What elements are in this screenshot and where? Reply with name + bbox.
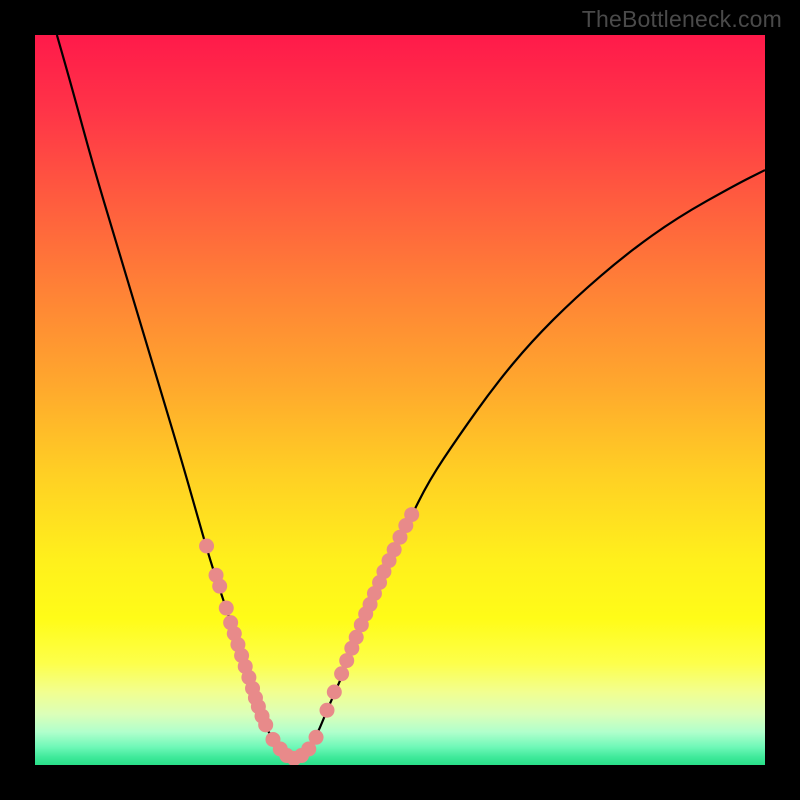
highlight-marker	[258, 717, 273, 732]
watermark-text: TheBottleneck.com	[582, 6, 782, 33]
highlight-marker	[212, 579, 227, 594]
highlight-marker	[219, 601, 234, 616]
highlight-marker	[320, 703, 335, 718]
bottleneck-chart	[35, 35, 765, 765]
highlight-marker	[327, 685, 342, 700]
gradient-background	[35, 35, 765, 765]
highlight-marker	[309, 730, 324, 745]
highlight-marker	[199, 539, 214, 554]
highlight-marker	[334, 666, 349, 681]
highlight-marker	[404, 507, 419, 522]
